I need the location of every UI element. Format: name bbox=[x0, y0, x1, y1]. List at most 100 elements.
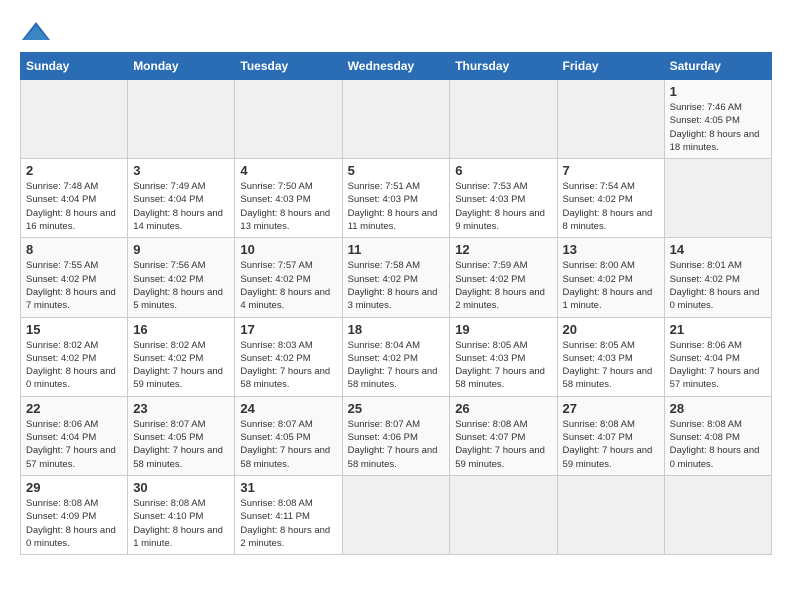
day-info: Sunrise: 7:58 AMSunset: 4:02 PMDaylight:… bbox=[348, 259, 445, 312]
day-number: 16 bbox=[133, 322, 229, 337]
day-info: Sunrise: 8:02 AMSunset: 4:02 PMDaylight:… bbox=[26, 339, 122, 392]
day-info: Sunrise: 7:51 AMSunset: 4:03 PMDaylight:… bbox=[348, 180, 445, 233]
day-number: 10 bbox=[240, 242, 336, 257]
empty-cell bbox=[450, 80, 557, 159]
day-number: 27 bbox=[563, 401, 659, 416]
day-info: Sunrise: 8:08 AMSunset: 4:10 PMDaylight:… bbox=[133, 497, 229, 550]
day-header-wednesday: Wednesday bbox=[342, 53, 450, 80]
empty-cell bbox=[342, 80, 450, 159]
day-info: Sunrise: 7:55 AMSunset: 4:02 PMDaylight:… bbox=[26, 259, 122, 312]
day-info: Sunrise: 8:08 AMSunset: 4:07 PMDaylight:… bbox=[563, 418, 659, 471]
empty-cell bbox=[664, 475, 771, 554]
day-header-tuesday: Tuesday bbox=[235, 53, 342, 80]
calendar-cell-day-27: 27 Sunrise: 8:08 AMSunset: 4:07 PMDayligh… bbox=[557, 396, 664, 475]
day-number: 11 bbox=[348, 242, 445, 257]
day-number: 4 bbox=[240, 163, 336, 178]
empty-cell bbox=[235, 80, 342, 159]
day-number: 22 bbox=[26, 401, 122, 416]
day-number: 2 bbox=[26, 163, 122, 178]
calendar-cell-day-31: 31 Sunrise: 8:08 AMSunset: 4:11 PMDayligh… bbox=[235, 475, 342, 554]
day-number: 9 bbox=[133, 242, 229, 257]
calendar-cell-day-14: 14Sunrise: 8:01 AMSunset: 4:02 PMDayligh… bbox=[664, 238, 771, 317]
day-number: 17 bbox=[240, 322, 336, 337]
day-number: 18 bbox=[348, 322, 445, 337]
day-info: Sunrise: 7:57 AMSunset: 4:02 PMDaylight:… bbox=[240, 259, 336, 312]
day-number: 29 bbox=[26, 480, 122, 495]
calendar-cell-day-16: 16 Sunrise: 8:02 AMSunset: 4:02 PMDayligh… bbox=[128, 317, 235, 396]
day-info: Sunrise: 8:08 AMSunset: 4:07 PMDaylight:… bbox=[455, 418, 551, 471]
day-number: 19 bbox=[455, 322, 551, 337]
calendar-table: SundayMondayTuesdayWednesdayThursdayFrid… bbox=[20, 52, 772, 555]
calendar-cell-day-7: 7 Sunrise: 7:54 AMSunset: 4:02 PMDaylight… bbox=[557, 159, 664, 238]
calendar-week-row: 1 Sunrise: 7:46 AMSunset: 4:05 PMDaylight… bbox=[21, 80, 772, 159]
empty-cell bbox=[664, 159, 771, 238]
calendar-cell-day-18: 18 Sunrise: 8:04 AMSunset: 4:02 PMDayligh… bbox=[342, 317, 450, 396]
calendar-header-row: SundayMondayTuesdayWednesdayThursdayFrid… bbox=[21, 53, 772, 80]
empty-cell bbox=[21, 80, 128, 159]
day-header-sunday: Sunday bbox=[21, 53, 128, 80]
day-number: 28 bbox=[670, 401, 766, 416]
calendar-cell-day-4: 4 Sunrise: 7:50 AMSunset: 4:03 PMDaylight… bbox=[235, 159, 342, 238]
day-info: Sunrise: 8:01 AMSunset: 4:02 PMDaylight:… bbox=[670, 259, 766, 312]
day-number: 5 bbox=[348, 163, 445, 178]
calendar-cell-day-2: 2Sunrise: 7:48 AMSunset: 4:04 PMDaylight… bbox=[21, 159, 128, 238]
day-info: Sunrise: 7:50 AMSunset: 4:03 PMDaylight:… bbox=[240, 180, 336, 233]
day-info: Sunrise: 8:00 AMSunset: 4:02 PMDaylight:… bbox=[563, 259, 659, 312]
calendar-cell-day-15: 15 Sunrise: 8:02 AMSunset: 4:02 PMDayligh… bbox=[21, 317, 128, 396]
day-number: 24 bbox=[240, 401, 336, 416]
calendar-cell-day-25: 25 Sunrise: 8:07 AMSunset: 4:06 PMDayligh… bbox=[342, 396, 450, 475]
day-info: Sunrise: 7:54 AMSunset: 4:02 PMDaylight:… bbox=[563, 180, 659, 233]
calendar-cell-day-12: 12Sunrise: 7:59 AMSunset: 4:02 PMDayligh… bbox=[450, 238, 557, 317]
day-header-thursday: Thursday bbox=[450, 53, 557, 80]
empty-cell bbox=[557, 80, 664, 159]
empty-cell bbox=[342, 475, 450, 554]
day-info: Sunrise: 8:08 AMSunset: 4:11 PMDaylight:… bbox=[240, 497, 336, 550]
day-header-saturday: Saturday bbox=[664, 53, 771, 80]
calendar-week-row: 29 Sunrise: 8:08 AMSunset: 4:09 PMDayligh… bbox=[21, 475, 772, 554]
calendar-week-row: 8Sunrise: 7:55 AMSunset: 4:02 PMDaylight… bbox=[21, 238, 772, 317]
calendar-cell-day-29: 29 Sunrise: 8:08 AMSunset: 4:09 PMDayligh… bbox=[21, 475, 128, 554]
day-info: Sunrise: 8:08 AMSunset: 4:08 PMDaylight:… bbox=[670, 418, 766, 471]
calendar-cell-day-13: 13Sunrise: 8:00 AMSunset: 4:02 PMDayligh… bbox=[557, 238, 664, 317]
calendar-cell-day-20: 20 Sunrise: 8:05 AMSunset: 4:03 PMDayligh… bbox=[557, 317, 664, 396]
day-number: 12 bbox=[455, 242, 551, 257]
calendar-cell-day-24: 24 Sunrise: 8:07 AMSunset: 4:05 PMDayligh… bbox=[235, 396, 342, 475]
calendar-cell-day-9: 9Sunrise: 7:56 AMSunset: 4:02 PMDaylight… bbox=[128, 238, 235, 317]
day-number: 23 bbox=[133, 401, 229, 416]
calendar-cell-day-19: 19 Sunrise: 8:05 AMSunset: 4:03 PMDayligh… bbox=[450, 317, 557, 396]
day-info: Sunrise: 8:05 AMSunset: 4:03 PMDaylight:… bbox=[563, 339, 659, 392]
day-number: 20 bbox=[563, 322, 659, 337]
day-info: Sunrise: 8:05 AMSunset: 4:03 PMDaylight:… bbox=[455, 339, 551, 392]
day-info: Sunrise: 8:07 AMSunset: 4:05 PMDaylight:… bbox=[240, 418, 336, 471]
calendar-cell-day-26: 26 Sunrise: 8:08 AMSunset: 4:07 PMDayligh… bbox=[450, 396, 557, 475]
calendar-cell-day-8: 8Sunrise: 7:55 AMSunset: 4:02 PMDaylight… bbox=[21, 238, 128, 317]
day-number: 25 bbox=[348, 401, 445, 416]
empty-cell bbox=[450, 475, 557, 554]
day-info: Sunrise: 8:07 AMSunset: 4:06 PMDaylight:… bbox=[348, 418, 445, 471]
day-info: Sunrise: 8:08 AMSunset: 4:09 PMDaylight:… bbox=[26, 497, 122, 550]
calendar-cell-day-22: 22Sunrise: 8:06 AMSunset: 4:04 PMDayligh… bbox=[21, 396, 128, 475]
day-number: 15 bbox=[26, 322, 122, 337]
day-header-monday: Monday bbox=[128, 53, 235, 80]
day-number: 26 bbox=[455, 401, 551, 416]
calendar-week-row: 22Sunrise: 8:06 AMSunset: 4:04 PMDayligh… bbox=[21, 396, 772, 475]
day-info: Sunrise: 8:04 AMSunset: 4:02 PMDaylight:… bbox=[348, 339, 445, 392]
day-number: 1 bbox=[670, 84, 766, 99]
day-header-friday: Friday bbox=[557, 53, 664, 80]
day-info: Sunrise: 7:49 AMSunset: 4:04 PMDaylight:… bbox=[133, 180, 229, 233]
day-info: Sunrise: 7:46 AMSunset: 4:05 PMDaylight:… bbox=[670, 101, 766, 154]
calendar-cell-day-3: 3Sunrise: 7:49 AMSunset: 4:04 PMDaylight… bbox=[128, 159, 235, 238]
calendar-cell-day-21: 21 Sunrise: 8:06 AMSunset: 4:04 PMDayligh… bbox=[664, 317, 771, 396]
day-number: 30 bbox=[133, 480, 229, 495]
calendar-cell-day-10: 10 Sunrise: 7:57 AMSunset: 4:02 PMDayligh… bbox=[235, 238, 342, 317]
empty-cell bbox=[557, 475, 664, 554]
day-info: Sunrise: 8:06 AMSunset: 4:04 PMDaylight:… bbox=[670, 339, 766, 392]
page-header bbox=[20, 20, 772, 42]
calendar-cell-day-5: 5 Sunrise: 7:51 AMSunset: 4:03 PMDaylight… bbox=[342, 159, 450, 238]
day-number: 7 bbox=[563, 163, 659, 178]
day-number: 21 bbox=[670, 322, 766, 337]
calendar-cell-day-23: 23Sunrise: 8:07 AMSunset: 4:05 PMDayligh… bbox=[128, 396, 235, 475]
calendar-cell-day-1: 1 Sunrise: 7:46 AMSunset: 4:05 PMDaylight… bbox=[664, 80, 771, 159]
day-info: Sunrise: 8:02 AMSunset: 4:02 PMDaylight:… bbox=[133, 339, 229, 392]
day-number: 31 bbox=[240, 480, 336, 495]
